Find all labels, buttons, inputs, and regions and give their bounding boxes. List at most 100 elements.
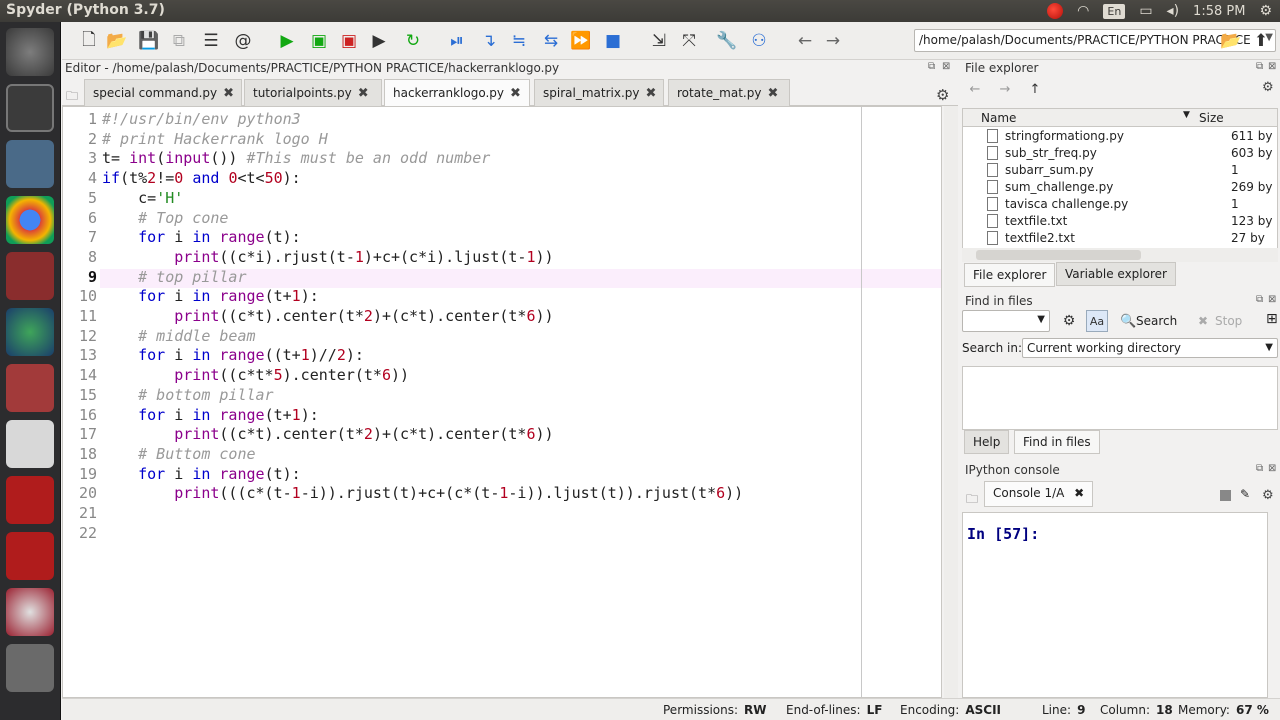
code-text[interactable]: for i in range(t):: [102, 228, 301, 248]
code-text[interactable]: for i in range(t+1):: [102, 406, 319, 426]
chrome-icon[interactable]: [6, 196, 54, 244]
text-editor-icon[interactable]: [6, 420, 54, 468]
network-app-2-icon[interactable]: [6, 532, 54, 580]
scroll-thumb[interactable]: [976, 250, 1141, 260]
code-text[interactable]: t= int(input()) #This must be an odd num…: [102, 149, 490, 169]
code-editor[interactable]: 1 #!/usr/bin/env python3 2 # print Hackerra…: [62, 106, 942, 698]
search-button[interactable]: Search: [1136, 314, 1177, 328]
tab-find-in-files[interactable]: Find in files: [1014, 430, 1100, 454]
run-selection-icon[interactable]: ▶: [368, 30, 390, 52]
code-text[interactable]: print((c*t).center(t*2)+(c*t).center(t*6…: [102, 307, 553, 327]
console-options-gear-icon[interactable]: ⚙: [1262, 488, 1274, 503]
close-tab-icon[interactable]: ✖: [767, 86, 778, 101]
save-all-icon[interactable]: ⧉: [168, 30, 190, 52]
tab-console[interactable]: Console 1/A ✖: [984, 481, 1094, 507]
code-text[interactable]: print((c*t).center(t*2)+(c*t).center(t*6…: [102, 425, 553, 445]
console-area[interactable]: In [57]:: [962, 512, 1268, 698]
tab-hackerranklogo[interactable]: hackerranklogo.py ✖: [384, 79, 530, 107]
undock-icon[interactable]: ⧉: [1256, 294, 1263, 305]
code-text[interactable]: #!/usr/bin/env python3: [102, 110, 301, 130]
ubuntu-dash-icon[interactable]: [6, 28, 54, 76]
disk-icon[interactable]: [6, 588, 54, 636]
close-pane-icon[interactable]: ⊠: [1268, 463, 1276, 474]
power-gear-icon[interactable]: ⚙: [1259, 3, 1272, 19]
name-column-header[interactable]: Name: [981, 111, 1016, 125]
code-text[interactable]: # Buttom cone: [102, 445, 255, 465]
tab-help[interactable]: Help: [964, 430, 1010, 454]
mysql-workbench-icon[interactable]: [6, 140, 54, 188]
file-row[interactable]: sub_str_freq.py 603 by: [963, 145, 1277, 162]
close-tab-icon[interactable]: ✖: [358, 86, 369, 101]
spyder-icon[interactable]: [6, 308, 54, 356]
search-text-input[interactable]: ▼: [962, 310, 1050, 332]
chevron-down-icon[interactable]: ▼: [1265, 342, 1273, 353]
undock-icon[interactable]: ⧉: [1256, 463, 1263, 474]
search-in-select[interactable]: Current working directory ▼: [1022, 338, 1278, 358]
maximize-pane-icon[interactable]: ⇲: [648, 30, 670, 52]
close-pane-icon[interactable]: ⊠: [942, 61, 950, 72]
code-text[interactable]: for i in range(t):: [102, 465, 301, 485]
rerun-icon[interactable]: ↻: [402, 30, 424, 52]
stop-debug-icon[interactable]: ■: [602, 30, 624, 52]
python-path-icon[interactable]: ⚇: [748, 30, 770, 52]
fe-parent-icon[interactable]: ↑: [1024, 78, 1046, 100]
network-app-icon[interactable]: [6, 476, 54, 524]
code-text[interactable]: # top pillar: [102, 268, 246, 288]
tab-file-explorer[interactable]: File explorer: [964, 263, 1056, 287]
files-icon[interactable]: [6, 364, 54, 412]
file-row[interactable]: textfile2.txt 27 by: [963, 230, 1277, 247]
file-row[interactable]: stringformationg.py 611 by: [963, 128, 1277, 145]
tab-rotate-mat[interactable]: rotate_mat.py ✖: [668, 79, 790, 106]
file-row[interactable]: tavisca challenge.py 1: [963, 196, 1277, 213]
open-file-icon[interactable]: 📂: [106, 30, 128, 52]
preferences-wrench-icon[interactable]: 🔧: [716, 30, 738, 52]
code-text[interactable]: print((c*t*5).center(t*6)): [102, 366, 409, 386]
file-row[interactable]: sum_challenge.py 269 by: [963, 179, 1277, 196]
wifi-icon[interactable]: ◠: [1077, 3, 1089, 19]
fe-options-gear-icon[interactable]: ⚙: [1262, 80, 1274, 95]
search-results-area[interactable]: [962, 366, 1278, 430]
add-pattern-icon[interactable]: ⊞: [1266, 311, 1278, 327]
code-text[interactable]: print((c*i).rjust(t-1)+c+(c*i).ljust(t-1…: [102, 248, 553, 268]
clock[interactable]: 1:58 PM: [1193, 4, 1245, 19]
code-text[interactable]: c='H': [102, 189, 183, 209]
save-icon[interactable]: 💾: [138, 30, 160, 52]
code-text[interactable]: # middle beam: [102, 327, 255, 347]
run-cell-icon[interactable]: ▣: [308, 30, 330, 52]
forward-arrow-icon[interactable]: →: [822, 30, 844, 52]
undock-icon[interactable]: ⧉: [928, 61, 935, 72]
search-icon[interactable]: 🔍: [1120, 314, 1136, 329]
size-column-header[interactable]: Size: [1199, 111, 1224, 125]
file-list[interactable]: Name ▼ Size stringformationg.py 611 by sub…: [962, 108, 1278, 260]
browse-tabs-icon[interactable]: 🗀: [66, 87, 78, 108]
tab-spiral-matrix[interactable]: spiral_matrix.py ✖: [534, 79, 664, 106]
run-icon[interactable]: ▶: [276, 30, 298, 52]
search-options-gear-icon[interactable]: ⚙: [1058, 310, 1080, 332]
at-icon[interactable]: @: [232, 30, 254, 52]
code-text[interactable]: for i in range((t+1)//2):: [102, 346, 364, 366]
run-cell-advance-icon[interactable]: ▣: [338, 30, 360, 52]
tab-tutorialpoints[interactable]: tutorialpoints.py ✖: [244, 79, 382, 106]
code-text[interactable]: # bottom pillar: [102, 386, 273, 406]
close-tab-icon[interactable]: ✖: [1074, 486, 1084, 500]
record-indicator-icon[interactable]: [1047, 3, 1064, 19]
list-icon[interactable]: ☰: [200, 30, 222, 52]
keyboard-layout[interactable]: En: [1103, 3, 1126, 19]
parent-directory-icon[interactable]: ⬆: [1250, 30, 1272, 52]
battery-icon[interactable]: ▭: [1139, 3, 1152, 19]
close-pane-icon[interactable]: ⊠: [1268, 61, 1276, 72]
chevron-down-icon[interactable]: ▼: [1037, 314, 1045, 325]
file-row[interactable]: subarr_sum.py 1: [963, 162, 1277, 179]
interrupt-kernel-icon[interactable]: [1220, 490, 1231, 501]
stop-button[interactable]: Stop: [1215, 314, 1242, 328]
tab-variable-explorer[interactable]: Variable explorer: [1056, 262, 1176, 286]
code-text[interactable]: # print Hackerrank logo H: [102, 130, 328, 150]
close-pane-icon[interactable]: ⊠: [1268, 294, 1276, 305]
code-text[interactable]: # Top cone: [102, 209, 228, 229]
back-arrow-icon[interactable]: ←: [794, 30, 816, 52]
fullscreen-icon[interactable]: ⤧: [678, 30, 700, 52]
file-row[interactable]: textfile.txt 123 by: [963, 213, 1277, 230]
fe-forward-icon[interactable]: →: [994, 78, 1016, 100]
workspace-switcher-icon[interactable]: [6, 644, 54, 692]
browse-consoles-icon[interactable]: 🗀: [966, 490, 978, 511]
